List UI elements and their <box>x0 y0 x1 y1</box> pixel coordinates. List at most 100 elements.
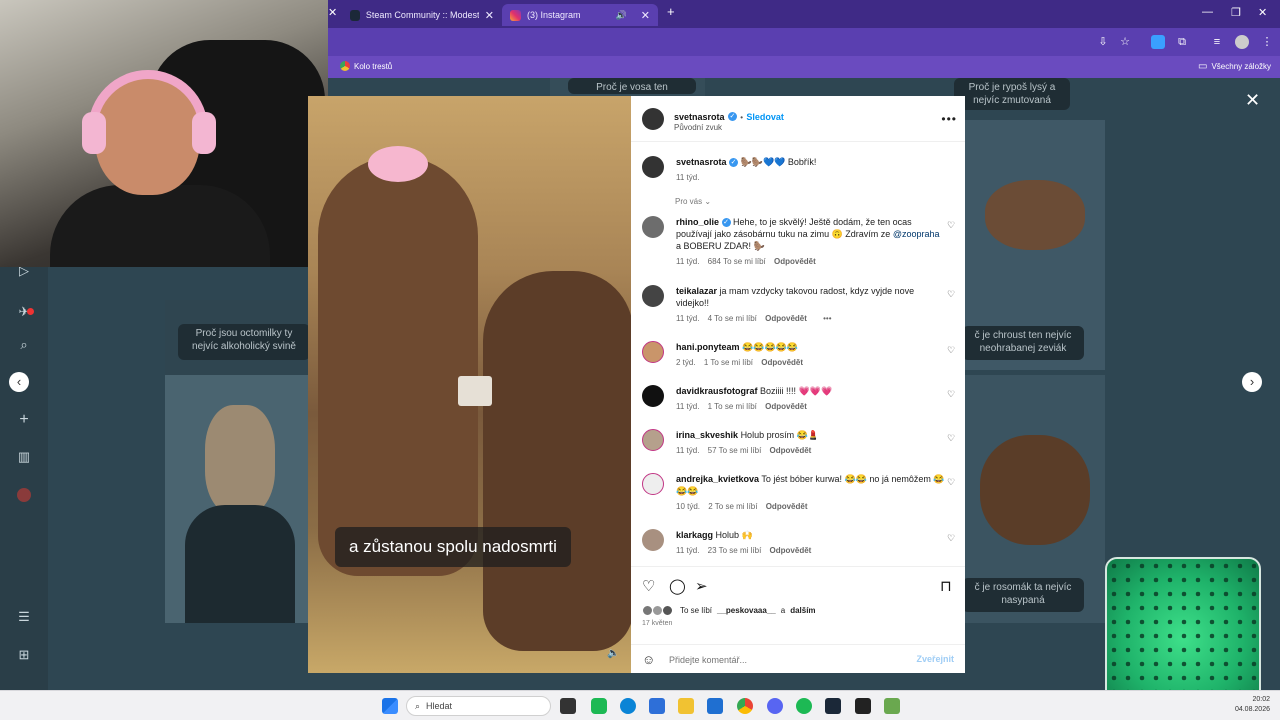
like-comment-icon[interactable]: ♡ <box>947 533 955 544</box>
new-tab-icon[interactable]: + <box>667 4 675 19</box>
liker-username[interactable]: __peskovaaa__ <box>717 606 776 615</box>
more-options-icon[interactable]: ••• <box>941 112 957 126</box>
reply-button[interactable]: Odpovědět <box>770 446 812 455</box>
like-comment-icon[interactable]: ♡ <box>947 433 955 444</box>
grid-tile-hyena[interactable] <box>165 375 310 623</box>
app-icon[interactable] <box>855 698 871 714</box>
taskbar-search[interactable]: ⌕ Hledat <box>406 696 551 716</box>
minimize-icon[interactable]: — <box>1202 6 1213 18</box>
author-avatar[interactable] <box>642 156 664 178</box>
extension-icon[interactable] <box>1151 35 1165 49</box>
discord-icon[interactable] <box>767 698 783 714</box>
file-explorer-icon[interactable] <box>678 698 694 714</box>
previous-post-arrow-icon[interactable]: ‹ <box>9 372 29 392</box>
save-bookmark-icon[interactable]: ⊓ <box>940 577 952 595</box>
steam-icon[interactable] <box>825 698 841 714</box>
post-comment-button[interactable]: Zveřejnit <box>916 654 954 664</box>
mute-icon[interactable]: 🔈 <box>607 648 619 659</box>
comment-likes[interactable]: 684 To se mi líbí <box>708 257 766 266</box>
comment-username[interactable]: rhino_olie <box>676 217 719 227</box>
media-control-icon[interactable]: ≡ <box>1210 35 1224 49</box>
follow-button[interactable]: Sledovat <box>746 112 784 122</box>
tab-close-icon[interactable]: ✕ <box>485 9 494 22</box>
comment-likes[interactable]: 23 To se mi líbí <box>708 546 762 555</box>
comment-bubble-icon[interactable]: ◯ <box>669 577 686 595</box>
reply-button[interactable]: Odpovědět <box>770 546 812 555</box>
install-app-icon[interactable]: ⇩ <box>1096 35 1110 49</box>
share-icon[interactable]: ➢ <box>695 577 708 595</box>
spotify-icon[interactable] <box>796 698 812 714</box>
app-icon[interactable] <box>591 698 607 714</box>
start-icon[interactable] <box>382 698 398 714</box>
audio-label[interactable]: Původní zvuk <box>674 123 722 132</box>
bookmarks-folder[interactable]: ▭ Všechny záložky <box>1198 61 1271 72</box>
likes-others-link[interactable]: dalším <box>790 606 815 615</box>
commenter-avatar[interactable] <box>642 473 664 495</box>
task-view-icon[interactable] <box>560 698 576 714</box>
comment-username[interactable]: teikalazar <box>676 286 717 296</box>
commenter-avatar[interactable] <box>642 285 664 307</box>
comment-username[interactable]: irina_skveshik <box>676 430 738 440</box>
search-icon[interactable]: ⌕ <box>17 338 31 352</box>
bookmark-star-icon[interactable]: ☆ <box>1118 35 1132 49</box>
like-comment-icon[interactable]: ♡ <box>947 289 955 300</box>
caption-username[interactable]: svetnasrota <box>676 157 727 167</box>
more-apps-icon[interactable]: ⊞ <box>17 648 31 662</box>
edge-icon[interactable] <box>620 698 636 714</box>
comment-username[interactable]: klarkagg <box>676 530 713 540</box>
profile-avatar-icon[interactable] <box>17 488 31 502</box>
commenter-avatar[interactable] <box>642 216 664 238</box>
mail-icon[interactable] <box>707 698 723 714</box>
store-icon[interactable] <box>649 698 665 714</box>
menu-icon[interactable]: ☰ <box>17 610 31 624</box>
like-comment-icon[interactable]: ♡ <box>947 345 955 356</box>
comment-likes[interactable]: 4 To se mi líbí <box>708 314 757 323</box>
comment-username[interactable]: hani.ponyteam <box>676 342 740 352</box>
speaker-icon[interactable]: 🔊 <box>616 10 627 21</box>
close-modal-icon[interactable]: ✕ <box>1245 90 1260 111</box>
like-heart-icon[interactable]: ♡ <box>642 577 655 595</box>
author-avatar[interactable] <box>642 108 664 130</box>
comment-likes[interactable]: 1 To se mi líbí <box>708 402 757 411</box>
commenter-avatar[interactable] <box>642 341 664 363</box>
for-you-filter[interactable]: Pro vás ⌄ <box>675 197 711 206</box>
reply-button[interactable]: Odpovědět <box>774 257 816 266</box>
comment-likes[interactable]: 2 To se mi líbí <box>708 502 757 511</box>
tab-steam[interactable]: Steam Community :: ModestoC ✕ <box>342 4 502 26</box>
bookmark-item[interactable]: Kolo trestů <box>340 61 392 71</box>
commenter-avatar[interactable] <box>642 529 664 551</box>
comment-likes[interactable]: 57 To se mi líbí <box>708 446 762 455</box>
comment-mention[interactable]: @zoopraha <box>893 229 940 239</box>
reply-button[interactable]: Odpovědět <box>765 402 807 411</box>
commenter-avatar[interactable] <box>642 385 664 407</box>
tab-close-prev-icon[interactable]: ✕ <box>328 6 337 19</box>
emoji-icon[interactable]: ☺ <box>642 652 655 667</box>
profile-avatar-icon[interactable] <box>1235 35 1249 49</box>
reply-button[interactable]: Odpovědět <box>765 314 807 323</box>
chrome-icon[interactable] <box>737 698 753 714</box>
close-window-icon[interactable]: ✕ <box>1258 6 1267 19</box>
comment-more-icon[interactable]: ••• <box>823 314 831 323</box>
like-comment-icon[interactable]: ♡ <box>947 389 955 400</box>
like-comment-icon[interactable]: ♡ <box>947 477 955 488</box>
system-clock[interactable]: 20:02 04.08.2026 <box>1235 695 1270 715</box>
browser-menu-icon[interactable]: ⋮ <box>1260 35 1274 49</box>
author-username[interactable]: svetnasrota <box>674 112 725 122</box>
post-video[interactable] <box>308 96 631 673</box>
tab-close-icon[interactable]: ✕ <box>641 9 650 22</box>
dashboard-icon[interactable]: ▥ <box>17 450 31 464</box>
comment-input[interactable] <box>669 651 899 669</box>
comment-username[interactable]: andrejka_kvietkova <box>676 474 759 484</box>
reply-button[interactable]: Odpovědět <box>761 358 803 367</box>
comment-username[interactable]: davidkrausfotograf <box>676 386 758 396</box>
extensions-puzzle-icon[interactable]: ⧉ <box>1175 35 1189 49</box>
tab-instagram[interactable]: (3) Instagram 🔊 ✕ <box>502 4 658 26</box>
reply-button[interactable]: Odpovědět <box>766 502 808 511</box>
minecraft-icon[interactable] <box>884 698 900 714</box>
comment-likes[interactable]: 1 To se mi líbí <box>704 358 753 367</box>
commenter-avatar[interactable] <box>642 429 664 451</box>
like-comment-icon[interactable]: ♡ <box>947 220 955 231</box>
maximize-icon[interactable]: ❐ <box>1231 6 1241 19</box>
next-post-arrow-icon[interactable]: › <box>1242 372 1262 392</box>
create-icon[interactable]: + <box>17 412 31 428</box>
